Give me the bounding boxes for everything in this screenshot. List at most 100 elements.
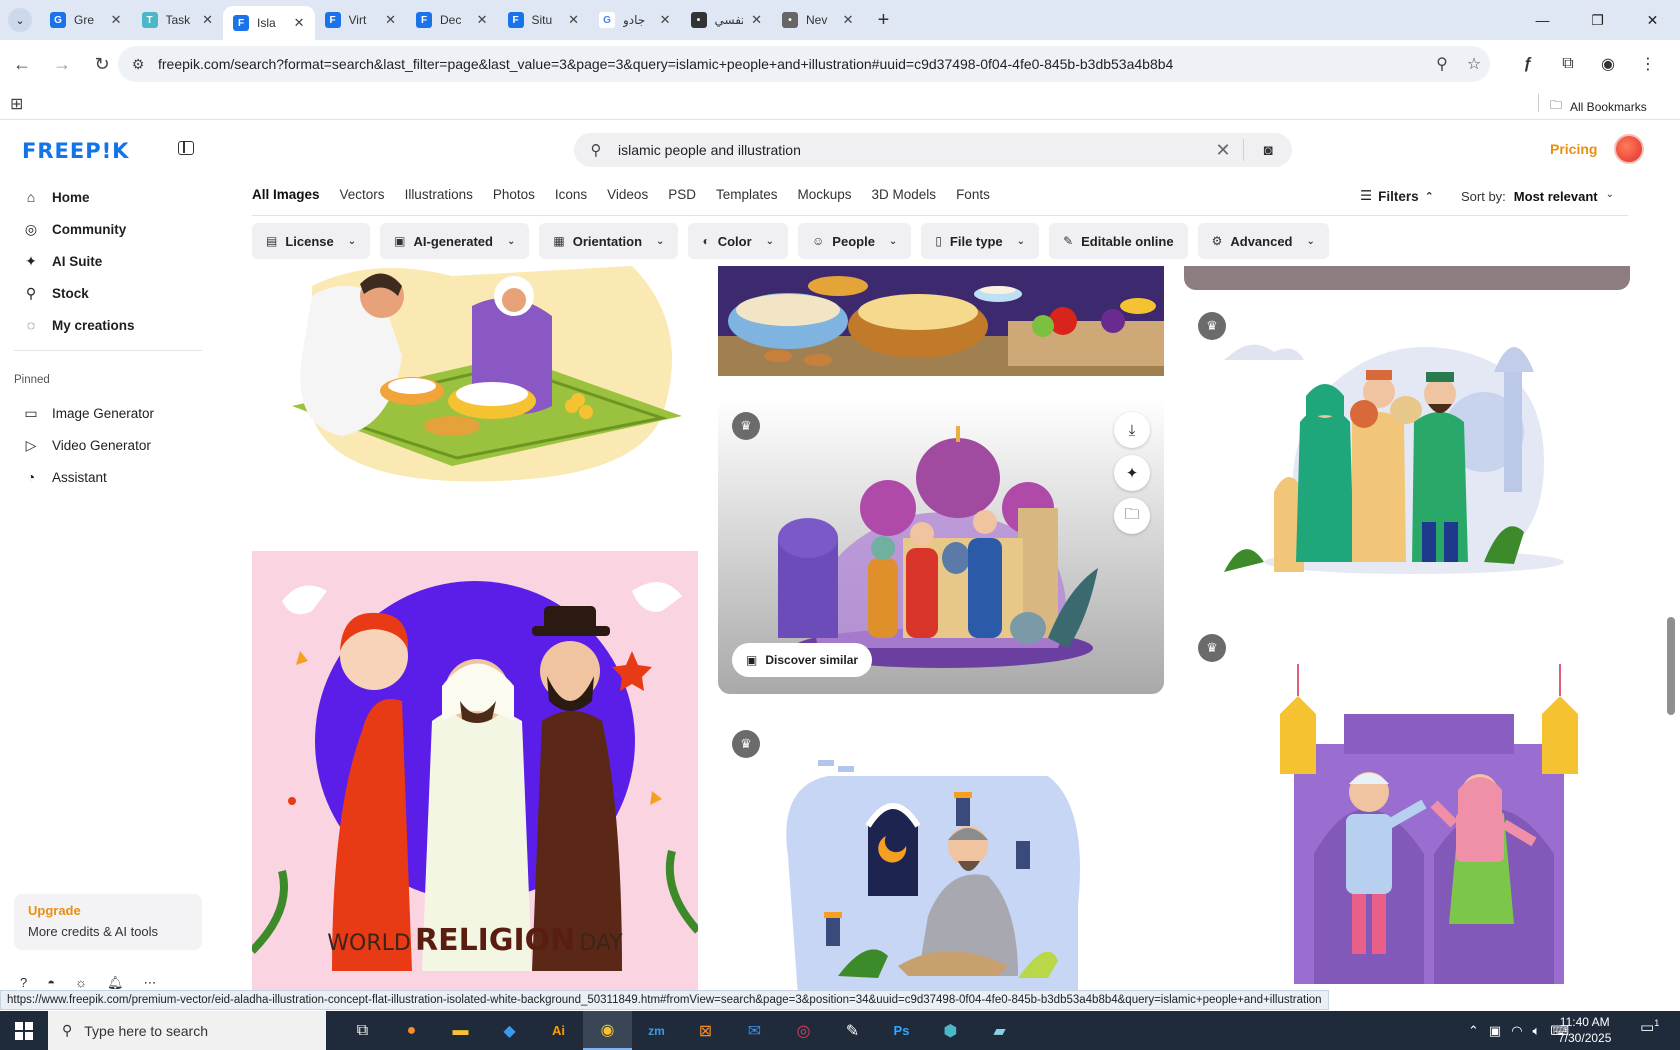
result-card[interactable]: WORLD RELIGION DAY xyxy=(252,551,698,990)
taskbar-search[interactable]: ⚲ Type here to search xyxy=(48,1011,326,1050)
tab-active[interactable]: F Isla ✕ xyxy=(223,6,315,40)
result-card-hovered[interactable]: ♛ ⤓ ✦ 🗀 ▣ Discover similar xyxy=(718,398,1164,694)
help-icon[interactable]: ? xyxy=(20,975,27,991)
browser-tab[interactable]: F Situ ✕ xyxy=(498,0,590,40)
bookmark-star-icon[interactable]: ☆ xyxy=(1458,54,1490,74)
reload-icon[interactable]: ↻ xyxy=(84,46,120,82)
restore-icon[interactable]: ❐ xyxy=(1570,0,1625,40)
profile-icon[interactable]: ◉ xyxy=(1590,46,1626,82)
app-notes-icon[interactable]: ▰ xyxy=(975,1011,1024,1050)
tab-close-icon[interactable]: ✕ xyxy=(568,12,579,28)
taskbar-clock[interactable]: 11:40 AM 7/30/2025 xyxy=(1558,1014,1611,1046)
tab-vectors[interactable]: Vectors xyxy=(340,187,385,208)
upgrade-card[interactable]: Upgrade More credits & AI tools xyxy=(14,894,202,950)
zoom-app-icon[interactable]: zm xyxy=(632,1011,681,1050)
filters-toggle[interactable]: ☰ Filters ⌃ xyxy=(1360,188,1434,204)
filter-chip-license[interactable]: ▤ License ⌄ xyxy=(252,223,371,259)
network-icon[interactable]: ▣ xyxy=(1489,1023,1501,1039)
search-input[interactable]: islamic people and illustration xyxy=(618,142,1203,158)
site-info-icon[interactable]: ⚙ xyxy=(118,56,158,73)
tab-search-button[interactable]: ⌄ xyxy=(0,0,40,40)
apps-grid-icon[interactable]: ⊞ xyxy=(10,94,23,114)
illustrator-icon[interactable]: Ai xyxy=(534,1011,583,1050)
tab-illustrations[interactable]: Illustrations xyxy=(405,187,473,208)
browser-tab[interactable]: • Nev ✕ xyxy=(772,0,864,40)
tab-icons[interactable]: Icons xyxy=(555,187,587,208)
app-hex-icon[interactable]: ⬢ xyxy=(926,1011,975,1050)
tab-all-images[interactable]: All Images xyxy=(252,187,320,208)
browser-tab[interactable]: • تفسي ✕ xyxy=(681,0,773,40)
bell-icon[interactable]: 🔔︎ xyxy=(107,975,124,991)
clear-search-icon[interactable]: ✕ xyxy=(1203,140,1243,161)
filter-chip-people[interactable]: ☺ People ⌄ xyxy=(798,223,912,259)
start-button[interactable] xyxy=(0,1011,48,1050)
discord-icon[interactable]: ◓ xyxy=(47,975,55,991)
back-icon[interactable]: ← xyxy=(4,46,40,82)
chrome-icon[interactable]: ◉ xyxy=(583,1011,632,1050)
browser-tab[interactable]: G Gre ✕ xyxy=(40,0,132,40)
save-to-collection-icon[interactable]: 🗀 xyxy=(1114,498,1150,534)
app-orange-icon[interactable]: ⊠ xyxy=(681,1011,730,1050)
filter-chip-file-type[interactable]: ▯ File type ⌄ xyxy=(921,223,1040,259)
user-avatar[interactable] xyxy=(1614,134,1644,164)
sidebar-item-video-generator[interactable]: ▷ Video Generator xyxy=(14,429,204,461)
extension-f-icon[interactable]: ƒ xyxy=(1510,46,1546,82)
wifi-icon[interactable]: ◠ xyxy=(1511,1023,1522,1039)
address-bar[interactable]: ⚙ freepik.com/search?format=search&last_… xyxy=(118,46,1490,82)
collapse-sidebar-icon[interactable] xyxy=(178,141,194,155)
result-card[interactable]: ♛ xyxy=(718,716,1164,990)
result-card[interactable] xyxy=(1184,266,1630,290)
pen-tool-icon[interactable]: ✎ xyxy=(828,1011,877,1050)
ai-edit-icon[interactable]: ✦ xyxy=(1114,455,1150,491)
volume-icon[interactable]: 🔈︎ xyxy=(1533,1023,1541,1039)
outlook-icon[interactable]: ✉ xyxy=(730,1011,779,1050)
filter-chip-editable-online[interactable]: ✎ Editable online xyxy=(1049,223,1188,259)
tab-fonts[interactable]: Fonts xyxy=(956,187,990,208)
vscode-icon[interactable]: ◆ xyxy=(485,1011,534,1050)
zoom-icon[interactable]: ⚲ xyxy=(1426,54,1458,74)
sort-dropdown[interactable]: Sort by: Most relevant ⌄ xyxy=(1461,189,1614,204)
sidebar-item-assistant[interactable]: ◔ Assistant xyxy=(14,461,204,493)
result-card[interactable]: ♛ xyxy=(1184,312,1630,584)
sidebar-item-ai-suite[interactable]: ✦ AI Suite xyxy=(14,245,204,277)
browser-tab[interactable]: F Virt ✕ xyxy=(315,0,407,40)
theme-icon[interactable]: ☼ xyxy=(75,975,87,991)
photoshop-icon[interactable]: Ps xyxy=(877,1011,926,1050)
minimize-icon[interactable]: — xyxy=(1515,0,1570,40)
creative-cloud-icon[interactable]: ◎ xyxy=(779,1011,828,1050)
address-url[interactable]: freepik.com/search?format=search&last_fi… xyxy=(158,56,1426,72)
result-card[interactable]: ♛ xyxy=(1184,634,1630,990)
tab-3d-models[interactable]: 3D Models xyxy=(872,187,937,208)
new-tab-button[interactable]: + xyxy=(864,9,904,32)
more-icon[interactable]: ⋯ xyxy=(144,975,157,991)
tab-psd[interactable]: PSD xyxy=(668,187,696,208)
tab-templates[interactable]: Templates xyxy=(716,187,778,208)
tab-close-icon[interactable]: ✕ xyxy=(202,12,213,28)
filter-chip-orientation[interactable]: ▦ Orientation ⌄ xyxy=(539,223,679,259)
tab-mockups[interactable]: Mockups xyxy=(798,187,852,208)
sidebar-item-image-generator[interactable]: ▭ Image Generator xyxy=(14,397,204,429)
browser-tab[interactable]: T Task ✕ xyxy=(132,0,224,40)
filter-chip-ai-generated[interactable]: ▣ AI-generated ⌄ xyxy=(380,223,530,259)
file-explorer-icon[interactable]: ▬ xyxy=(436,1011,485,1050)
freepik-logo[interactable]: FREEP!K xyxy=(22,139,129,163)
scrollbar-thumb[interactable] xyxy=(1667,617,1675,715)
all-bookmarks-button[interactable]: 🗀 All Bookmarks xyxy=(1550,96,1647,117)
task-view-icon[interactable]: ⧉ xyxy=(338,1011,387,1050)
filter-chip-advanced[interactable]: ⚙ Advanced ⌄ xyxy=(1197,223,1329,259)
page-scrollbar[interactable] xyxy=(1664,121,1680,1001)
sidebar-item-my-creations[interactable]: ◌ My creations xyxy=(14,309,204,341)
discover-similar-button[interactable]: ▣ Discover similar xyxy=(732,643,873,677)
sidebar-item-home[interactable]: ⌂ Home xyxy=(14,181,204,213)
filter-chip-color[interactable]: ◐ Color ⌄ xyxy=(688,223,789,259)
tab-close-icon[interactable]: ✕ xyxy=(477,12,488,28)
tab-close-icon[interactable]: ✕ xyxy=(385,12,396,28)
result-card[interactable] xyxy=(252,266,698,496)
browser-tab[interactable]: F Dec ✕ xyxy=(406,0,498,40)
close-window-icon[interactable]: ✕ xyxy=(1625,0,1680,40)
tab-close-icon[interactable]: ✕ xyxy=(111,12,122,28)
tab-photos[interactable]: Photos xyxy=(493,187,535,208)
firefox-icon[interactable]: ● xyxy=(387,1011,436,1050)
sidebar-item-community[interactable]: ◎ Community xyxy=(14,213,204,245)
tab-close-icon[interactable]: ✕ xyxy=(843,12,854,28)
